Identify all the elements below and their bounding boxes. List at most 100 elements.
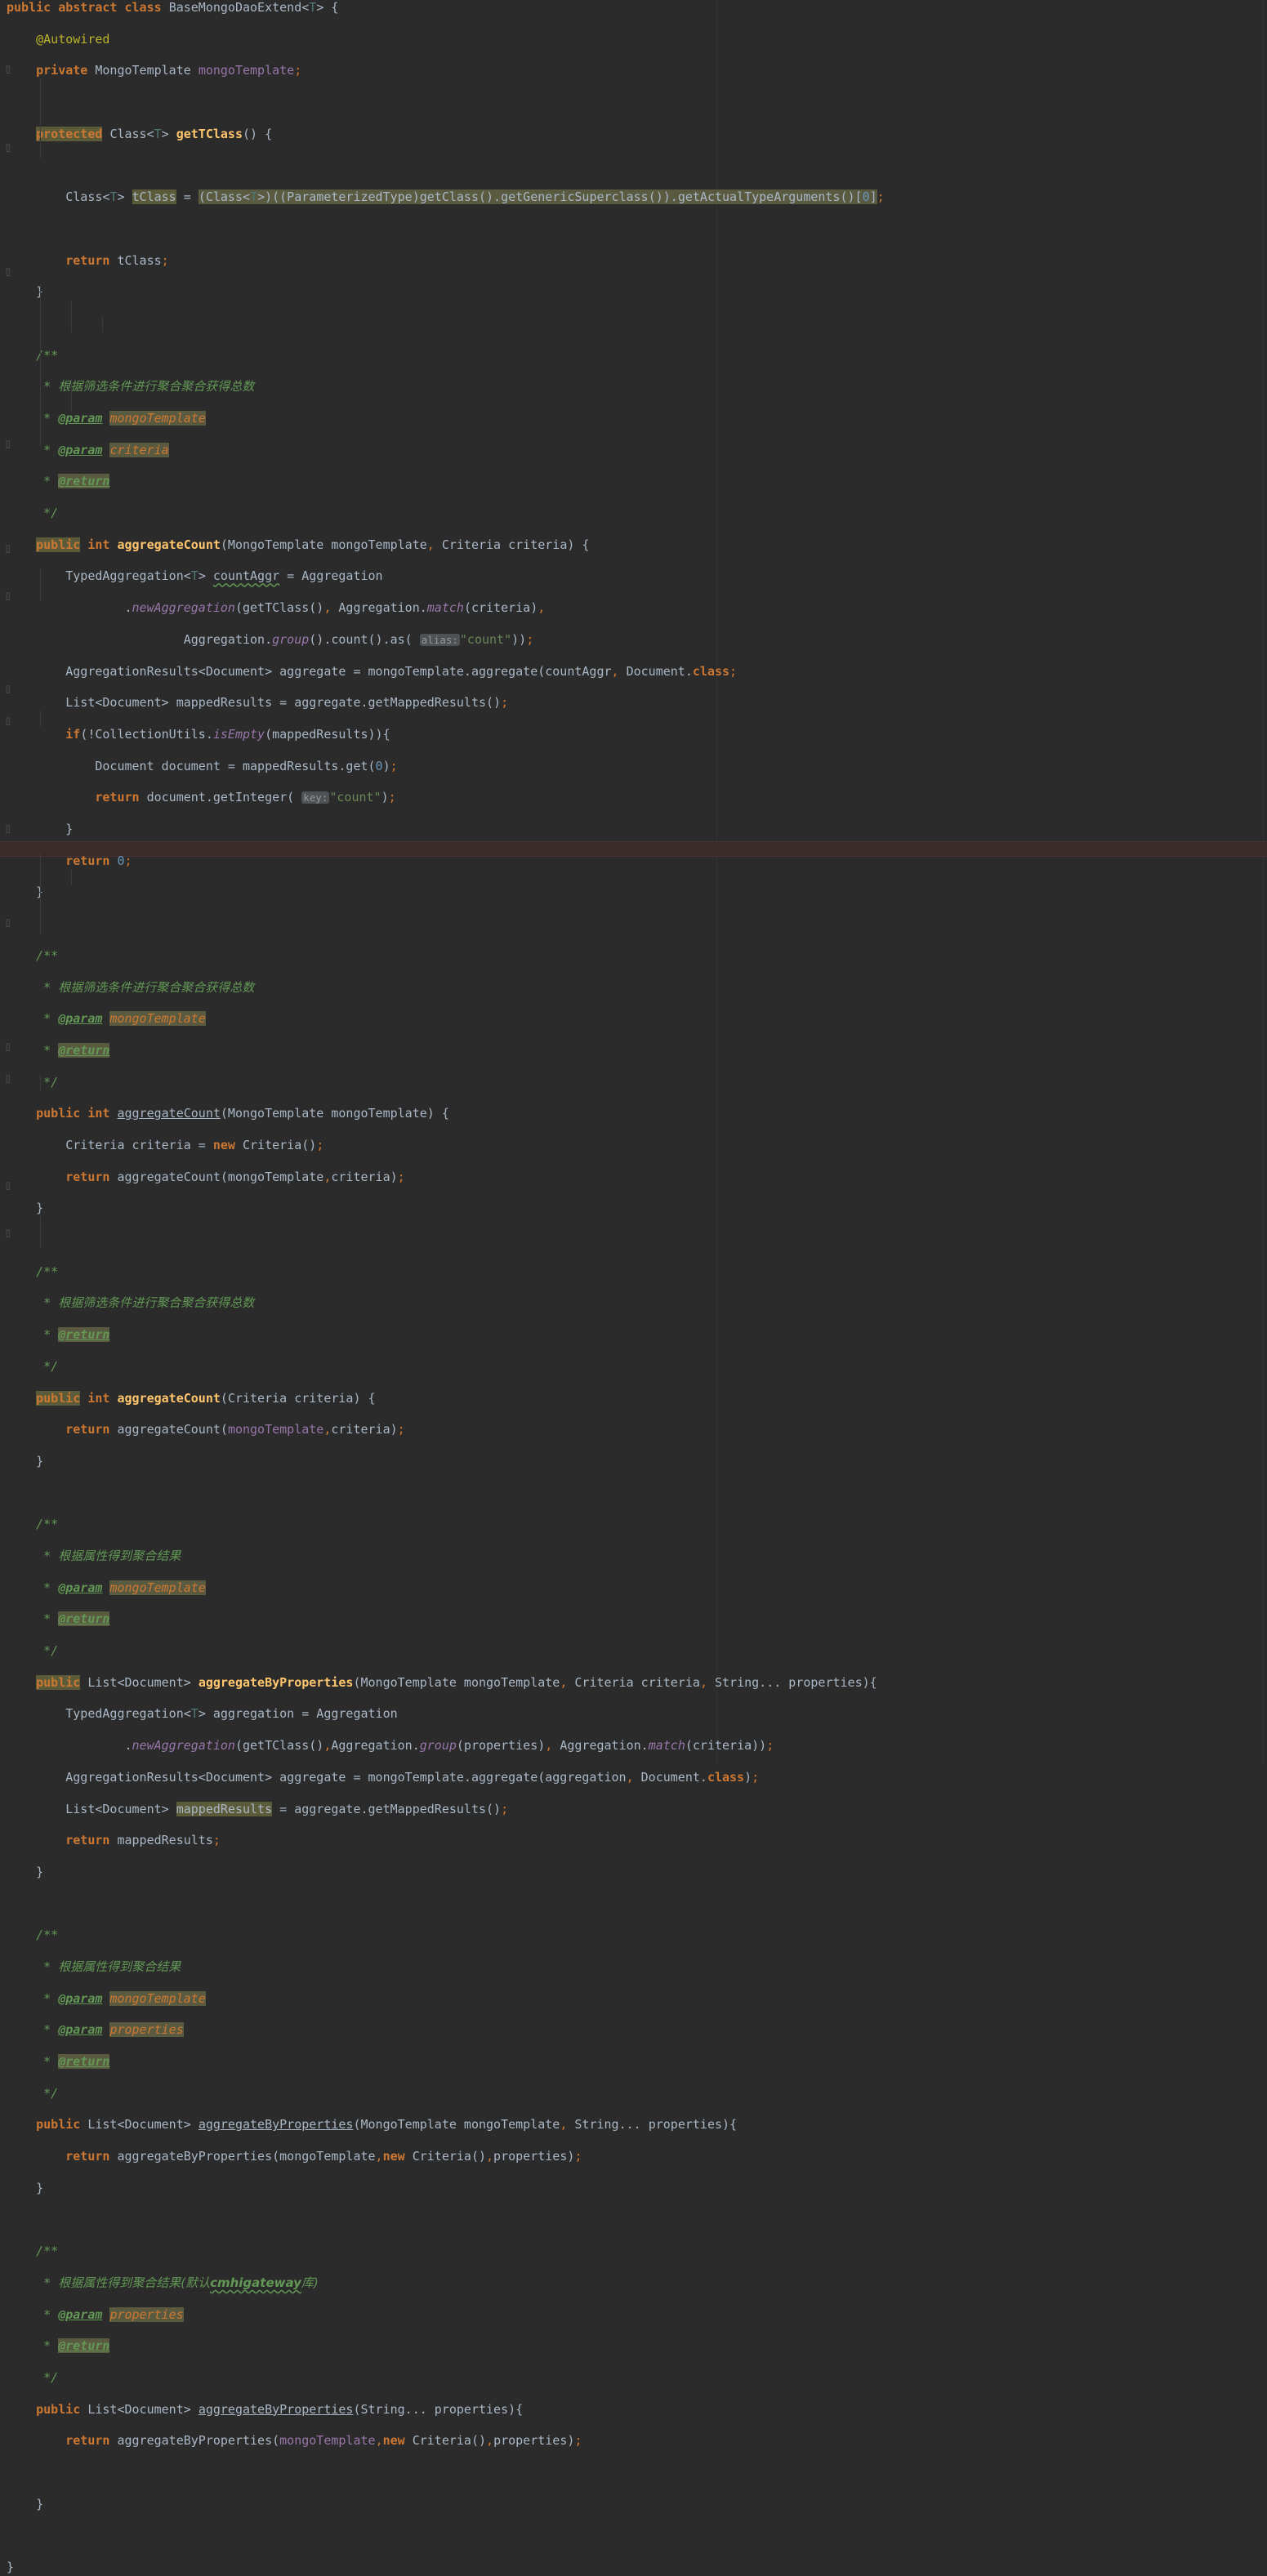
code-line[interactable]: return aggregateByProperties(mongoTempla… <box>0 2149 1267 2164</box>
code-line[interactable]: * @param mongoTemplate <box>0 1990 1267 2007</box>
code-line[interactable]: @Autowired <box>0 32 1267 47</box>
code-line[interactable]: return 0; <box>0 853 1267 869</box>
code-line[interactable] <box>0 1232 1267 1248</box>
code-line[interactable] <box>0 221 1267 237</box>
code-line[interactable]: return aggregateByProperties(mongoTempla… <box>0 2433 1267 2449</box>
code-line[interactable]: return aggregateCount(mongoTemplate,crit… <box>0 1422 1267 1437</box>
code-line[interactable]: public List<Document> aggregateByPropert… <box>0 2402 1267 2418</box>
code-line[interactable] <box>0 1486 1267 1501</box>
code-line[interactable] <box>0 2465 1267 2480</box>
code-line[interactable]: return aggregateCount(mongoTemplate,crit… <box>0 1170 1267 1185</box>
code-line[interactable]: */ <box>0 1075 1267 1090</box>
code-line-text: * 根据属性得到聚合结果(默认cmhigateway库) <box>43 2275 319 2290</box>
code-line[interactable]: .newAggregation(getTClass(), Aggregation… <box>0 600 1267 616</box>
code-line[interactable]: * @return <box>0 474 1267 489</box>
code-line[interactable]: public List<Document> aggregateByPropert… <box>0 2117 1267 2133</box>
code-line[interactable]: /** <box>0 1517 1267 1532</box>
code-line-text: public int aggregateCount(MongoTemplate … <box>36 537 590 552</box>
code-line[interactable] <box>0 2529 1267 2544</box>
code-line-text: */ <box>43 506 59 521</box>
code-line-text: * @param mongoTemplate <box>43 411 206 426</box>
code-line[interactable]: } <box>0 1201 1267 1216</box>
code-line[interactable]: * 根据属性得到聚合结果 <box>0 1549 1267 1564</box>
code-line[interactable] <box>0 95 1267 110</box>
code-line-text: Class<T> tClass = (Class<T>)((Parameteri… <box>65 189 885 205</box>
code-line[interactable]: if(!CollectionUtils.isEmpty(mappedResult… <box>0 727 1267 742</box>
code-line[interactable]: /** <box>0 948 1267 964</box>
code-line[interactable] <box>0 2213 1267 2228</box>
code-line[interactable]: /** <box>0 1928 1267 1943</box>
code-line[interactable]: AggregationResults<Document> aggregate =… <box>0 664 1267 680</box>
indent-guide <box>40 1216 41 1249</box>
code-line[interactable] <box>0 158 1267 173</box>
code-line-active[interactable]: TypedAggregation<T> aggregation = Aggreg… <box>0 1706 1267 1722</box>
code-line[interactable]: */ <box>0 1643 1267 1659</box>
code-line[interactable]: public int aggregateCount(MongoTemplate … <box>0 1106 1267 1121</box>
code-line[interactable]: protected Class<T> getTClass() { <box>0 126 1267 142</box>
code-line[interactable]: * @param mongoTemplate <box>0 411 1267 426</box>
code-line[interactable]: } <box>0 2560 1267 2575</box>
code-line-text: * @param properties <box>43 2306 184 2322</box>
code-line[interactable]: } <box>0 284 1267 300</box>
code-line[interactable]: } <box>0 885 1267 900</box>
code-line-text: * @param criteria <box>43 442 169 457</box>
code-line[interactable] <box>0 316 1267 332</box>
code-line[interactable]: /** <box>0 2244 1267 2259</box>
code-line[interactable]: * @return <box>0 1611 1267 1627</box>
code-line[interactable]: * @return <box>0 2054 1267 2070</box>
code-line[interactable] <box>0 1896 1267 1912</box>
code-line[interactable]: * @return <box>0 2338 1267 2354</box>
code-line[interactable]: return tClass; <box>0 253 1267 269</box>
code-line[interactable]: * @param mongoTemplate <box>0 1580 1267 1596</box>
code-line[interactable]: Class<T> tClass = (Class<T>)((Parameteri… <box>0 189 1267 205</box>
code-line[interactable]: List<Document> mappedResults = aggregate… <box>0 1801 1267 1817</box>
code-line[interactable]: } <box>0 822 1267 837</box>
code-line-text: */ <box>43 1643 59 1659</box>
code-line[interactable]: List<Document> mappedResults = aggregate… <box>0 695 1267 711</box>
code-line[interactable]: * @param properties <box>0 2306 1267 2323</box>
code-line[interactable]: */ <box>0 1359 1267 1375</box>
code-line[interactable]: * 根据属性得到聚合结果(默认cmhigateway库) <box>0 2275 1267 2291</box>
code-editor[interactable]: ⌷ ⌷ ⌷ ⌷ ⌷ ⌷ ⌷ ⌷ ⌷ ⌷ ⌷ ⌷ ⌷ ⌷ public abstract class Bas… <box>0 0 1267 2574</box>
param-hint-key: key: <box>301 791 330 804</box>
code-line[interactable]: Aggregation.group().count().as( alias: "c… <box>0 632 1267 648</box>
code-line[interactable]: * 根据筛选条件进行聚合聚合获得总数 <box>0 379 1267 394</box>
code-line[interactable]: */ <box>0 506 1267 521</box>
code-line[interactable]: .newAggregation(getTClass(),Aggregation.… <box>0 1738 1267 1754</box>
code-line[interactable]: public int aggregateCount(Criteria crite… <box>0 1390 1267 1406</box>
code-line[interactable]: * 根据筛选条件进行聚合聚合获得总数 <box>0 1295 1267 1311</box>
code-line[interactable]: * 根据属性得到聚合结果 <box>0 1959 1267 1975</box>
code-line[interactable] <box>0 916 1267 932</box>
code-content[interactable]: public abstract class BaseMongoDaoExtend… <box>0 0 1267 2574</box>
code-line[interactable]: * @param properties <box>0 2022 1267 2038</box>
code-line-text: */ <box>43 1074 59 1090</box>
code-line[interactable]: } <box>0 2497 1267 2512</box>
code-line[interactable]: private MongoTemplate mongoTemplate; <box>0 63 1267 78</box>
code-line[interactable]: } <box>0 1454 1267 1469</box>
code-line-text: public int aggregateCount(MongoTemplate … <box>36 1106 449 1121</box>
code-line[interactable]: * 根据筛选条件进行聚合聚合获得总数 <box>0 980 1267 996</box>
code-line[interactable]: Document document = mappedResults.get(0)… <box>0 759 1267 774</box>
code-line[interactable]: AggregationResults<Document> aggregate =… <box>0 1770 1267 1785</box>
code-line-text: } <box>36 1201 44 1216</box>
code-line[interactable]: /** <box>0 1264 1267 1280</box>
code-line-text: .newAggregation(getTClass(),Aggregation.… <box>124 1738 774 1754</box>
code-line[interactable]: * @param criteria <box>0 442 1267 458</box>
code-line-text: } <box>0 284 43 300</box>
code-line[interactable]: */ <box>0 2086 1267 2101</box>
code-line[interactable]: return mappedResults; <box>0 1833 1267 1848</box>
indent-guide <box>71 379 72 412</box>
code-line[interactable]: /** <box>0 348 1267 363</box>
code-line[interactable]: public List<Document> aggregateByPropert… <box>0 1674 1267 1691</box>
code-line[interactable]: public abstract class BaseMongoDaoExtend… <box>0 0 1267 16</box>
code-line[interactable]: public int aggregateCount(MongoTemplate … <box>0 537 1267 553</box>
code-line[interactable]: * @return <box>0 1042 1267 1058</box>
code-line[interactable]: */ <box>0 2370 1267 2386</box>
code-line[interactable]: * @param mongoTemplate <box>0 1011 1267 1027</box>
code-line[interactable]: Criteria criteria = new Criteria(); <box>0 1138 1267 1153</box>
code-line[interactable]: } <box>0 1865 1267 1880</box>
code-line[interactable]: return document.getInteger( key: "count")… <box>0 790 1267 805</box>
code-line[interactable]: TypedAggregation<T> countAggr = Aggregat… <box>0 568 1267 584</box>
code-line[interactable]: } <box>0 2181 1267 2196</box>
code-line[interactable]: * @return <box>0 1327 1267 1343</box>
